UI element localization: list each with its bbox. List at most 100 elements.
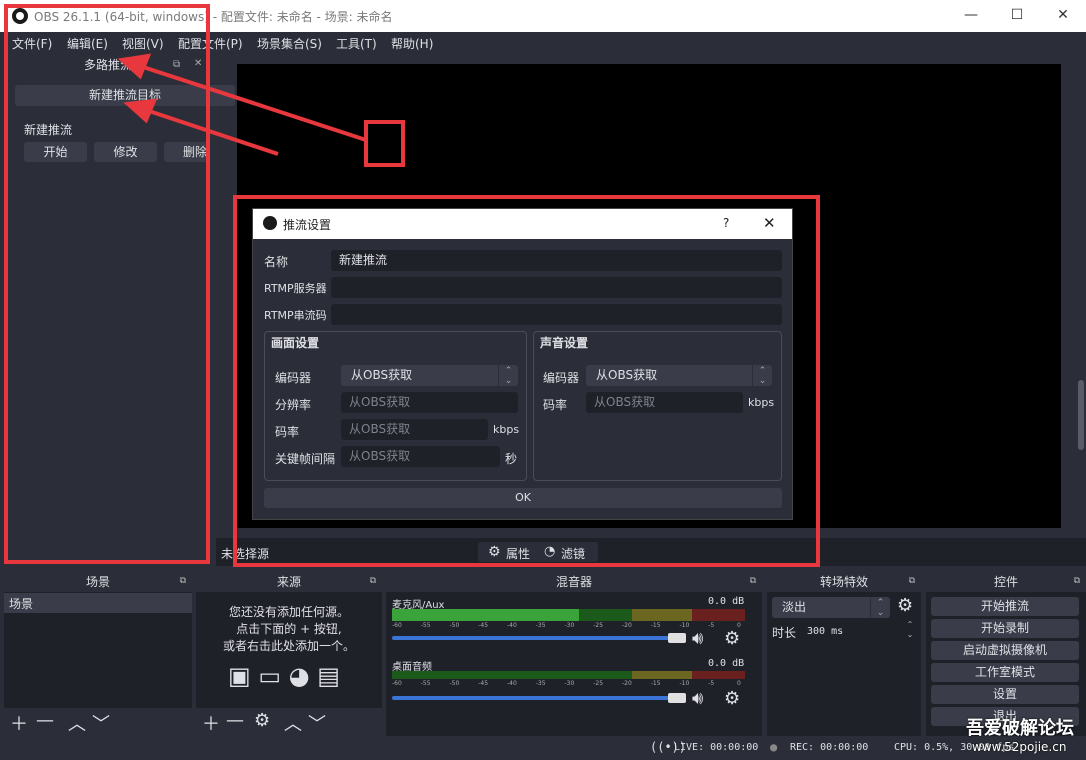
speaker-icon[interactable]: 🔊︎ [692, 628, 703, 649]
globe-icon: ◕ [288, 662, 310, 690]
transitions-title: 转场特效 [767, 572, 921, 592]
db-tick-label: -25 [593, 622, 604, 629]
chevron-updown-icon: ⌃ ⌄ [870, 597, 890, 618]
db-tick-label: -35 [535, 622, 546, 629]
desktop-scale: -60 -55 -50 -45 -40 -35 -30 -25 -20 -15 -10 -5 0 [392, 680, 745, 688]
db-tick-label: -45 [478, 622, 489, 629]
virtual-camera-button[interactable]: 启动虚拟摄像机 [931, 641, 1079, 660]
mic-channel-level: 0.0 dB [708, 596, 745, 607]
remove-icon[interactable]: — [36, 710, 54, 731]
duration-spinner[interactable]: ⌃ ⌄ [903, 620, 917, 642]
watermark-line1: 吾爱破解论坛 [966, 718, 1074, 739]
db-tick-label: -5 [708, 680, 715, 687]
start-recording-button[interactable]: 开始录制 [931, 619, 1079, 638]
db-tick-label: -30 [564, 680, 575, 687]
empty-line-2: 点击下面的 + 按钮, [236, 622, 342, 636]
db-tick-label: -50 [449, 680, 460, 687]
gear-icon[interactable]: ⚙ [254, 710, 270, 731]
mic-volume-handle[interactable] [668, 633, 686, 643]
move-up-icon[interactable]: ︿ [284, 710, 302, 736]
desktop-volume-handle[interactable] [668, 693, 686, 703]
menu-help[interactable]: 帮助(H) [391, 35, 433, 52]
gear-icon[interactable]: ⚙ [724, 688, 740, 709]
db-tick-label: -30 [564, 622, 575, 629]
speaker-icon[interactable]: 🔊︎ [692, 688, 703, 709]
add-icon[interactable]: ＋ [202, 710, 220, 736]
db-tick-label: -5 [708, 622, 715, 629]
rec-timer: REC: 00:00:00 [790, 742, 869, 753]
float-icon[interactable]: ⧉ [909, 576, 915, 586]
image-icon: ▣ [228, 662, 251, 690]
db-tick-label: -40 [507, 622, 517, 629]
desktop-level-meter [392, 671, 745, 679]
mixer-title: 混音器 [386, 572, 762, 592]
gear-icon[interactable]: ⚙ [897, 595, 913, 616]
controls-panel: 控件 ⧉ 开始推流 开始录制 启动虚拟摄像机 工作室模式 设置 退出 [926, 572, 1086, 736]
db-tick-label: -50 [449, 622, 460, 629]
db-tick-label: -15 [650, 680, 661, 687]
camera-icon: ▤ [317, 662, 340, 690]
float-icon[interactable]: ⧉ [370, 576, 376, 586]
scenes-panel: 场景 ⧉ 场景 ＋ — ︿ ﹀ [4, 572, 192, 736]
db-tick-label: -55 [420, 680, 431, 687]
db-tick-label: -10 [679, 622, 690, 629]
mic-level-meter-r [392, 617, 745, 621]
start-streaming-button[interactable]: 开始推流 [931, 597, 1079, 616]
watermark: 吾爱破解论坛 www.52pojie.cn [966, 714, 1086, 758]
menu-tools[interactable]: 工具(T) [336, 35, 377, 52]
move-up-icon[interactable]: ︿ [68, 710, 86, 736]
add-icon[interactable]: ＋ [10, 710, 28, 736]
db-tick-label: -20 [622, 680, 632, 687]
transitions-panel: 转场特效 ⧉ 淡出 ⌃ ⌄ ⚙ 时长 300 ms ⌃ ⌄ [767, 572, 921, 736]
desktop-channel-level: 0.0 dB [708, 658, 745, 669]
live-timer: LIVE: 00:00:00 [674, 742, 759, 753]
studio-mode-button[interactable]: 工作室模式 [931, 663, 1079, 682]
status-bar: ((•)) LIVE: 00:00:00 ● REC: 00:00:00 CPU… [0, 738, 1086, 760]
maximize-button[interactable]: ☐ [994, 0, 1040, 32]
sources-toolbar: ＋ — ⚙ ︿ ﹀ [196, 708, 382, 736]
annotation-box-dialog [233, 195, 820, 567]
duration-input[interactable]: 300 ms [799, 621, 901, 642]
controls-title: 控件 [926, 572, 1086, 592]
db-tick-label: -60 [392, 622, 402, 629]
record-icon: ● [770, 740, 778, 754]
annotation-box-dock [4, 4, 210, 564]
sources-empty-hint: 您还没有添加任何源。 点击下面的 + 按钮, 或者右击此处添加一个。 [196, 604, 382, 655]
duration-label: 时长 [772, 626, 797, 640]
db-tick-label: -40 [507, 680, 517, 687]
mixer-panel: 混音器 ⧉ 麦克风/Aux 0.0 dB -60 -55 -50 -45 -40 -35-… [386, 572, 762, 736]
gear-icon[interactable]: ⚙ [724, 628, 740, 649]
mic-level-meter [392, 609, 745, 617]
monitor-icon: ▭ [258, 662, 282, 690]
annotation-box-small [364, 120, 405, 167]
sources-panel: 来源 ⧉ 您还没有添加任何源。 点击下面的 + 按钮, 或者右击此处添加一个。 … [196, 572, 382, 736]
mic-volume-slider[interactable] [392, 636, 672, 640]
float-icon[interactable]: ⧉ [180, 576, 186, 586]
desktop-volume-slider[interactable] [392, 696, 672, 700]
sources-title: 来源 [196, 572, 382, 592]
scenes-title: 场景 [4, 572, 192, 592]
db-tick-label: -10 [679, 680, 690, 687]
transition-select[interactable]: 淡出 ⌃ ⌄ [772, 597, 890, 618]
db-tick-label: -25 [593, 680, 604, 687]
scene-item[interactable]: 场景 [4, 593, 192, 613]
scrollbar[interactable] [1078, 380, 1084, 450]
settings-button[interactable]: 设置 [931, 685, 1079, 704]
empty-line-1: 您还没有添加任何源。 [228, 605, 349, 619]
db-tick-label: -15 [650, 622, 661, 629]
float-icon[interactable]: ⧉ [750, 576, 756, 586]
empty-line-3: 或者右击此处添加一个。 [222, 639, 355, 653]
db-tick-label: -45 [478, 680, 489, 687]
db-tick-label: 0 [737, 680, 741, 687]
remove-icon[interactable]: — [226, 710, 244, 731]
minimize-button[interactable]: — [948, 0, 994, 32]
move-down-icon[interactable]: ﹀ [308, 710, 326, 736]
move-down-icon[interactable]: ﹀ [92, 710, 110, 736]
menu-scene-collection[interactable]: 场景集合(S) [257, 35, 322, 52]
db-tick-label: -60 [392, 680, 402, 687]
db-tick-label: -35 [535, 680, 546, 687]
source-type-icons: ▣ ▭ ◕ ▤ [228, 662, 340, 690]
close-window-button[interactable]: ✕ [1040, 0, 1086, 32]
float-icon[interactable]: ⧉ [1074, 576, 1080, 586]
db-tick-label: -20 [622, 622, 632, 629]
